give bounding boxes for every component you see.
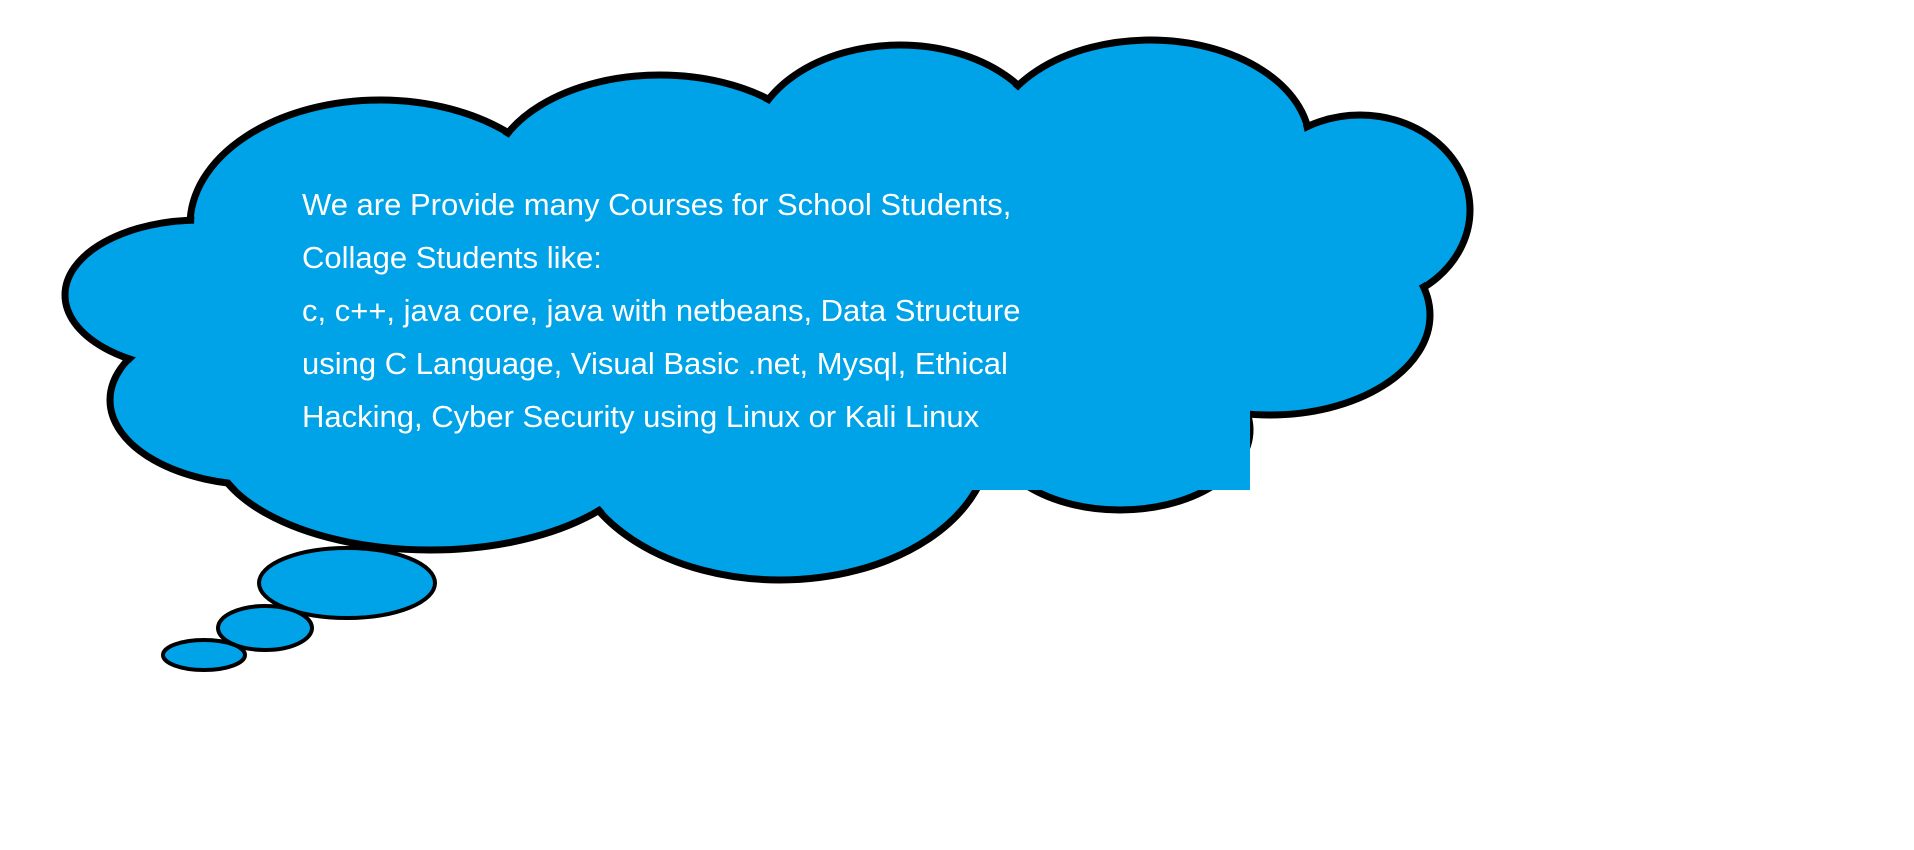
- message-line: Collage Students like:: [302, 240, 602, 275]
- message-line: c, c++, java core, java with netbeans, D…: [302, 293, 1021, 328]
- message-line: Hacking, Cyber Security using Linux or K…: [302, 399, 980, 434]
- courses-message: We are Provide many Courses for School S…: [302, 178, 1021, 443]
- bubble-small: [161, 638, 247, 672]
- message-line: We are Provide many Courses for School S…: [302, 187, 1012, 222]
- message-line: using C Language, Visual Basic .net, Mys…: [302, 346, 1008, 381]
- thought-bubble-graphic: We are Provide many Courses for School S…: [0, 0, 1914, 850]
